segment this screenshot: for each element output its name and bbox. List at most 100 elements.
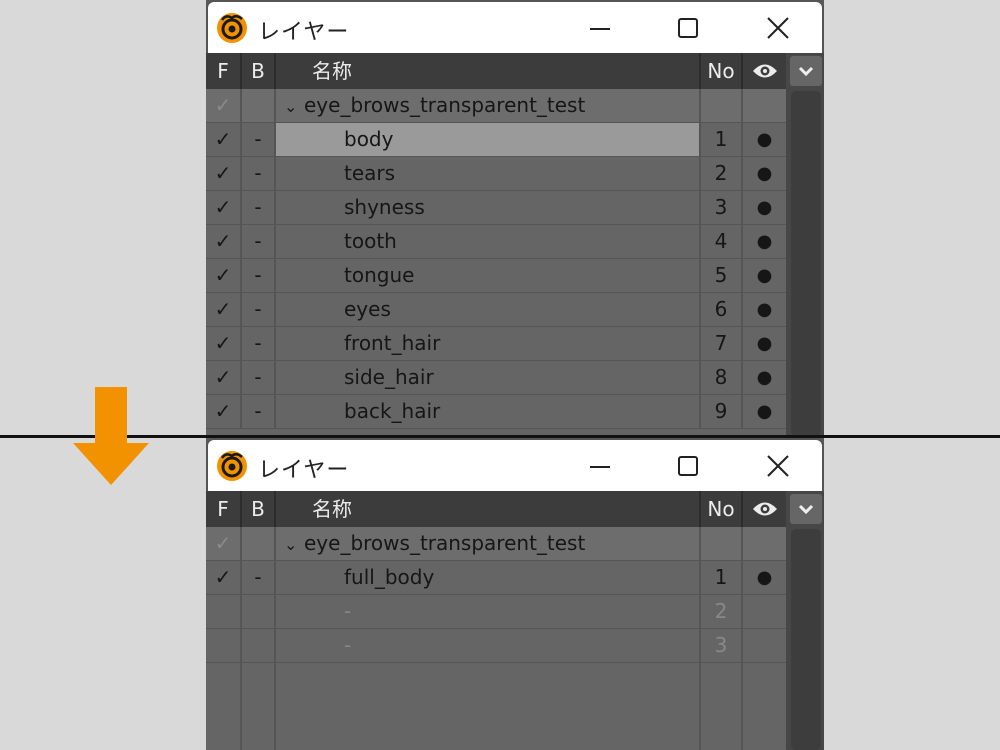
layer-b-cell[interactable]: - <box>242 361 276 394</box>
visibility-dot-icon[interactable]: ● <box>743 157 786 190</box>
minimize-button[interactable] <box>580 449 620 483</box>
layer-row[interactable]: ✓ - tears 2 ● <box>206 157 786 191</box>
group-b-cell <box>242 527 276 560</box>
window-title: レイヤー <box>258 458 350 483</box>
layer-row-empty[interactable]: - 2 <box>206 595 786 629</box>
eye-icon <box>752 64 777 78</box>
layer-f-check[interactable]: ✓ <box>206 259 242 292</box>
maximize-button[interactable] <box>668 11 708 45</box>
layer-b-cell[interactable]: - <box>242 225 276 258</box>
layer-b-cell[interactable]: - <box>242 191 276 224</box>
layer-name[interactable]: back_hair <box>276 395 701 428</box>
maximize-button[interactable] <box>668 449 708 483</box>
layer-row[interactable]: ✓ - tooth 4 ● <box>206 225 786 259</box>
visibility-cell[interactable] <box>743 595 786 628</box>
group-eye-cell[interactable] <box>743 527 786 560</box>
layer-f-check[interactable]: ✓ <box>206 157 242 190</box>
side-scroll-area <box>786 491 824 750</box>
group-name-cell[interactable]: ⌄ eye_brows_transparent_test <box>276 89 701 122</box>
layer-row-empty[interactable]: - 3 <box>206 629 786 663</box>
layer-row[interactable]: ✓ - eyes 6 ● <box>206 293 786 327</box>
layer-name[interactable]: eyes <box>276 293 701 326</box>
scrollbar[interactable] <box>791 91 821 436</box>
header-b[interactable]: B <box>242 491 276 527</box>
visibility-dot-icon[interactable]: ● <box>743 293 786 326</box>
layer-name[interactable]: body <box>276 123 701 156</box>
layer-no: 9 <box>701 395 743 428</box>
layer-name[interactable]: - <box>276 595 701 628</box>
layer-name[interactable]: - <box>276 629 701 662</box>
minimize-button[interactable] <box>580 11 620 45</box>
layer-row[interactable]: ✓ - side_hair 8 ● <box>206 361 786 395</box>
scrollbar[interactable] <box>791 529 821 750</box>
header-name[interactable]: 名称 <box>276 491 701 527</box>
layer-f-check[interactable]: ✓ <box>206 191 242 224</box>
app-logo-icon <box>217 13 247 43</box>
layer-b-cell[interactable]: - <box>242 561 276 594</box>
layer-f-check[interactable] <box>206 595 242 628</box>
visibility-dot-icon[interactable]: ● <box>743 361 786 394</box>
layer-row[interactable]: ✓ - tongue 5 ● <box>206 259 786 293</box>
layer-row[interactable]: ✓ - body 1 ● <box>206 123 786 157</box>
layer-row[interactable]: ✓ - front_hair 7 ● <box>206 327 786 361</box>
visibility-cell[interactable] <box>743 629 786 662</box>
layer-name[interactable]: side_hair <box>276 361 701 394</box>
visibility-dot-icon[interactable]: ● <box>743 259 786 292</box>
layer-no: 6 <box>701 293 743 326</box>
header-visibility[interactable] <box>743 53 786 89</box>
column-header: F B 名称 No <box>206 491 786 527</box>
close-button[interactable] <box>758 11 798 45</box>
close-button[interactable] <box>758 449 798 483</box>
group-f-check[interactable]: ✓ <box>206 89 242 122</box>
header-b[interactable]: B <box>242 53 276 89</box>
layer-f-check[interactable]: ✓ <box>206 293 242 326</box>
layer-name[interactable]: tongue <box>276 259 701 292</box>
layer-row[interactable]: ✓ - shyness 3 ● <box>206 191 786 225</box>
group-eye-cell[interactable] <box>743 89 786 122</box>
layer-b-cell[interactable]: - <box>242 157 276 190</box>
visibility-dot-icon[interactable]: ● <box>743 123 786 156</box>
layer-row[interactable]: ✓ - back_hair 9 ● <box>206 395 786 429</box>
layer-f-check[interactable]: ✓ <box>206 123 242 156</box>
chevron-down-icon <box>798 66 814 77</box>
layer-f-check[interactable]: ✓ <box>206 225 242 258</box>
layer-b-cell[interactable]: - <box>242 395 276 428</box>
layer-b-cell[interactable] <box>242 595 276 628</box>
panel-menu-button[interactable] <box>790 494 822 524</box>
layer-row[interactable]: ✓ - full_body 1 ● <box>206 561 786 595</box>
visibility-dot-icon[interactable]: ● <box>743 327 786 360</box>
layer-f-check[interactable]: ✓ <box>206 561 242 594</box>
layer-name[interactable]: tooth <box>276 225 701 258</box>
layer-b-cell[interactable]: - <box>242 327 276 360</box>
header-no[interactable]: No <box>701 491 743 527</box>
layer-f-check[interactable]: ✓ <box>206 361 242 394</box>
layer-name[interactable]: front_hair <box>276 327 701 360</box>
visibility-dot-icon[interactable]: ● <box>743 561 786 594</box>
layer-name[interactable]: full_body <box>276 561 701 594</box>
header-f[interactable]: F <box>206 53 242 89</box>
chevron-down-icon[interactable]: ⌄ <box>284 528 304 561</box>
panel-menu-button[interactable] <box>790 56 822 86</box>
layer-b-cell[interactable]: - <box>242 123 276 156</box>
layer-b-cell[interactable] <box>242 629 276 662</box>
layer-group-row[interactable]: ✓ ⌄ eye_brows_transparent_test <box>206 89 786 123</box>
group-f-check[interactable]: ✓ <box>206 527 242 560</box>
layer-no: 3 <box>701 191 743 224</box>
layer-name[interactable]: tears <box>276 157 701 190</box>
layer-f-check[interactable] <box>206 629 242 662</box>
chevron-down-icon[interactable]: ⌄ <box>284 90 304 123</box>
header-visibility[interactable] <box>743 491 786 527</box>
header-f[interactable]: F <box>206 491 242 527</box>
layer-b-cell[interactable]: - <box>242 293 276 326</box>
visibility-dot-icon[interactable]: ● <box>743 225 786 258</box>
header-name[interactable]: 名称 <box>276 53 701 89</box>
layer-f-check[interactable]: ✓ <box>206 395 242 428</box>
group-name-cell[interactable]: ⌄ eye_brows_transparent_test <box>276 527 701 560</box>
layer-f-check[interactable]: ✓ <box>206 327 242 360</box>
header-no[interactable]: No <box>701 53 743 89</box>
visibility-dot-icon[interactable]: ● <box>743 395 786 428</box>
layer-name[interactable]: shyness <box>276 191 701 224</box>
layer-group-row[interactable]: ✓ ⌄ eye_brows_transparent_test <box>206 527 786 561</box>
visibility-dot-icon[interactable]: ● <box>743 191 786 224</box>
layer-b-cell[interactable]: - <box>242 259 276 292</box>
